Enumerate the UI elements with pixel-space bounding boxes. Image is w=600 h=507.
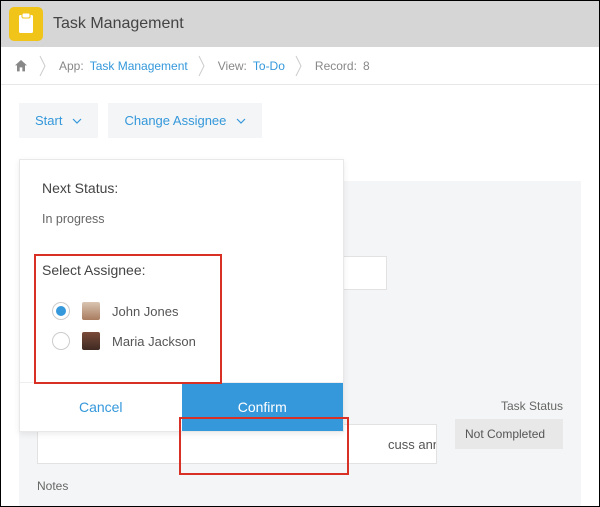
avatar [82, 302, 100, 320]
crumb-app-link[interactable]: Task Management [90, 59, 188, 73]
breadcrumb: App: Task Management View: To-Do Record:… [1, 47, 599, 85]
crumb-record-value: 8 [363, 59, 370, 73]
task-status-label: Task Status [501, 399, 563, 413]
chevron-down-icon [72, 116, 82, 126]
start-button-label: Start [35, 113, 62, 128]
crumb-record-prefix: Record: [315, 59, 357, 73]
app-icon [9, 7, 43, 41]
next-status-value: In progress [42, 212, 321, 226]
home-icon[interactable] [13, 58, 29, 74]
notes-label: Notes [37, 479, 68, 493]
assignee-name: John Jones [112, 304, 179, 319]
app-title: Task Management [53, 15, 184, 33]
assignee-option-john[interactable]: John Jones [42, 296, 321, 326]
assignee-option-maria[interactable]: Maria Jackson [42, 326, 321, 356]
crumb-view-prefix: View: [218, 59, 247, 73]
chevron-icon [295, 55, 305, 77]
change-assignee-label: Change Assignee [124, 113, 226, 128]
titlebar: Task Management [1, 1, 599, 47]
change-assignee-button[interactable]: Change Assignee [108, 103, 262, 138]
avatar [82, 332, 100, 350]
task-status-value: Not Completed [455, 419, 563, 449]
action-popover: Next Status: In progress Select Assignee… [19, 159, 344, 432]
chevron-down-icon [236, 116, 246, 126]
chevron-icon [198, 55, 208, 77]
assignee-name: Maria Jackson [112, 334, 196, 349]
radio-icon [52, 302, 70, 320]
next-status-label: Next Status: [42, 180, 321, 196]
crumb-view-link[interactable]: To-Do [253, 59, 285, 73]
start-button[interactable]: Start [19, 103, 98, 138]
radio-icon [52, 332, 70, 350]
action-bar: Start Change Assignee [1, 85, 599, 138]
crumb-app-prefix: App: [59, 59, 84, 73]
select-assignee-label: Select Assignee: [42, 262, 321, 278]
cancel-button[interactable]: Cancel [20, 383, 182, 431]
chevron-icon [39, 55, 49, 77]
confirm-button[interactable]: Confirm [182, 383, 344, 431]
